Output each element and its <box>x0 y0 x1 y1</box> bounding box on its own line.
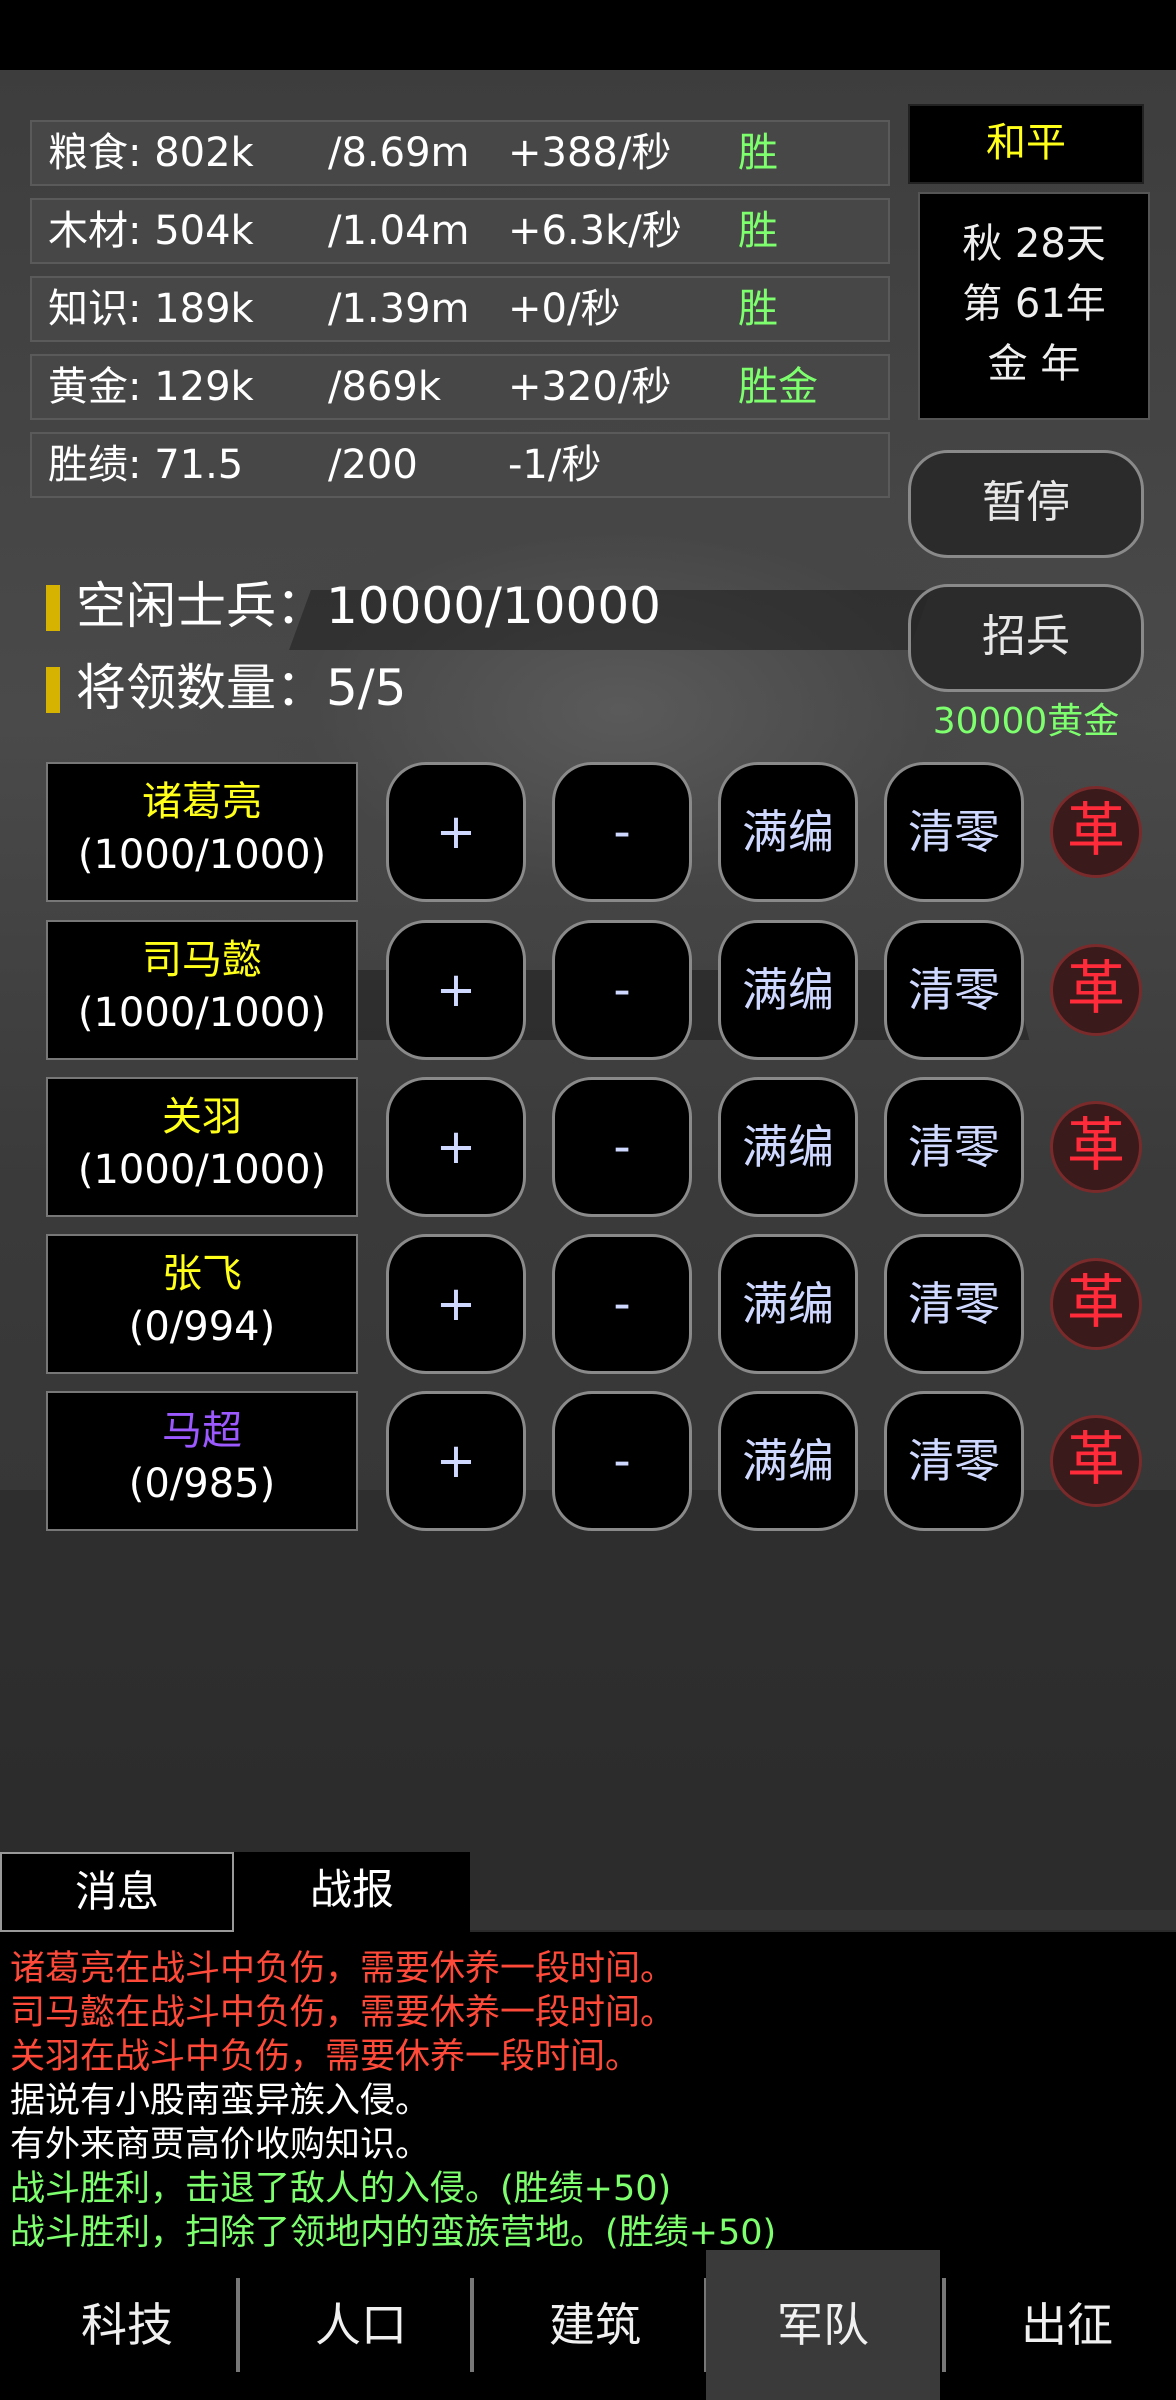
resource-capacity: /200 <box>328 442 418 488</box>
fill-troops-button[interactable]: 满编 <box>718 762 858 902</box>
general-name: 马超 <box>162 1408 242 1454</box>
resource-rate: +0/秒 <box>508 286 621 332</box>
resource-row-food: 粮食: 802k /8.69m +388/秒 胜 <box>30 120 890 186</box>
general-card[interactable]: 马超 (0/985) <box>46 1391 358 1531</box>
resource-status: 胜金 <box>738 364 818 410</box>
general-name: 司马懿 <box>142 937 262 983</box>
resource-amount: 木材: 504k <box>48 208 254 254</box>
dismiss-general-button[interactable]: 革 <box>1050 786 1142 878</box>
general-troop-count: (0/994) <box>128 1304 276 1350</box>
general-troop-count: (1000/1000) <box>77 832 327 878</box>
resource-row-knowledge: 知识: 189k /1.39m +0/秒 胜 <box>30 276 890 342</box>
clear-troops-button[interactable]: 清零 <box>884 1234 1024 1374</box>
general-card[interactable]: 诸葛亮 (1000/1000) <box>46 762 358 902</box>
general-name: 诸葛亮 <box>142 779 262 825</box>
year: 第 61年 <box>962 281 1106 327</box>
general-card[interactable]: 关羽 (1000/1000) <box>46 1077 358 1217</box>
nav-population[interactable]: 人口 <box>244 2250 478 2400</box>
tab-messages[interactable]: 消息 <box>0 1852 234 1932</box>
remove-soldier-button[interactable]: - <box>552 1234 692 1374</box>
resource-capacity: /1.39m <box>328 286 470 332</box>
bullet-marker <box>46 585 60 631</box>
add-soldier-button[interactable]: + <box>386 1391 526 1531</box>
remove-soldier-button[interactable]: - <box>552 920 692 1060</box>
resource-status: 胜 <box>738 286 778 332</box>
remove-soldier-button[interactable]: - <box>552 762 692 902</box>
idle-soldiers-text: 空闲士兵：10000/10000 <box>76 577 661 635</box>
nav-divider <box>470 2278 474 2372</box>
tab-battle-report-label: 战报 <box>309 1865 394 1914</box>
resource-rate: -1/秒 <box>508 442 602 488</box>
general-name: 张飞 <box>162 1251 242 1297</box>
resource-row-gold: 黄金: 129k /869k +320/秒 胜金 <box>30 354 890 420</box>
general-count-text: 将领数量：5/5 <box>76 659 407 717</box>
nav-expedition[interactable]: 出征 <box>950 2250 1176 2400</box>
add-soldier-button[interactable]: + <box>386 920 526 1060</box>
resource-rate: +388/秒 <box>508 130 672 176</box>
general-name: 关羽 <box>162 1094 242 1140</box>
pause-button[interactable]: 暂停 <box>908 450 1144 558</box>
tab-battle-report[interactable]: 战报 <box>234 1852 470 1932</box>
dismiss-general-button[interactable]: 革 <box>1050 1415 1142 1507</box>
resource-amount: 胜绩: 71.5 <box>48 442 244 488</box>
dismiss-general-button[interactable]: 革 <box>1050 1101 1142 1193</box>
recruit-cost: 30000黄金 <box>932 701 1120 742</box>
resource-capacity: /1.04m <box>328 208 470 254</box>
status-bar <box>0 0 1176 70</box>
resource-row-victory: 胜绩: 71.5 /200 -1/秒 <box>30 432 890 498</box>
idle-soldiers: 空闲士兵：10000/10000 <box>46 566 661 638</box>
resource-rate: +6.3k/秒 <box>508 208 682 254</box>
resource-row-wood: 木材: 504k /1.04m +6.3k/秒 胜 <box>30 198 890 264</box>
general-troop-count: (1000/1000) <box>77 990 327 1036</box>
nav-army[interactable]: 军队 <box>706 2250 940 2400</box>
resource-amount: 知识: 189k <box>48 286 254 332</box>
dismiss-general-button[interactable]: 革 <box>1050 1258 1142 1350</box>
resource-status: 胜 <box>738 130 778 176</box>
general-card[interactable]: 张飞 (0/994) <box>46 1234 358 1374</box>
message-log: 诸葛亮在战斗中负伤，需要休养一段时间。 司马懿在战斗中负伤，需要休养一段时间。 … <box>0 1932 1176 2253</box>
nav-tech[interactable]: 科技 <box>10 2250 244 2400</box>
resource-rate: +320/秒 <box>508 364 672 410</box>
resource-amount: 黄金: 129k <box>48 364 254 410</box>
add-soldier-button[interactable]: + <box>386 762 526 902</box>
bullet-marker <box>46 667 60 713</box>
calendar-panel: 秋 28天 第 61年 金 年 <box>918 192 1150 420</box>
fill-troops-button[interactable]: 满编 <box>718 1391 858 1531</box>
nav-buildings[interactable]: 建筑 <box>478 2250 712 2400</box>
general-card[interactable]: 司马懿 (1000/1000) <box>46 920 358 1060</box>
resource-status: 胜 <box>738 208 778 254</box>
remove-soldier-button[interactable]: - <box>552 1077 692 1217</box>
log-line: 战斗胜利，扫除了领地内的蛮族营地。(胜绩+50) <box>10 2213 777 2253</box>
clear-troops-button[interactable]: 清零 <box>884 762 1024 902</box>
season-day: 秋 28天 <box>962 221 1106 267</box>
add-soldier-button[interactable]: + <box>386 1234 526 1374</box>
add-soldier-button[interactable]: + <box>386 1077 526 1217</box>
fill-troops-button[interactable]: 满编 <box>718 920 858 1060</box>
tab-messages-label: 消息 <box>74 1867 159 1916</box>
general-troop-count: (1000/1000) <box>77 1147 327 1193</box>
bottom-nav: 科技 人口 建筑 军队 出征 <box>0 2250 1176 2400</box>
nav-divider <box>236 2278 240 2372</box>
year-element: 金 年 <box>987 341 1081 387</box>
recruit-button[interactable]: 招兵 <box>908 584 1144 692</box>
fill-troops-button[interactable]: 满编 <box>718 1077 858 1217</box>
clear-troops-button[interactable]: 清零 <box>884 920 1024 1060</box>
dismiss-general-button[interactable]: 革 <box>1050 944 1142 1036</box>
general-troop-count: (0/985) <box>128 1461 276 1507</box>
clear-troops-button[interactable]: 清零 <box>884 1391 1024 1531</box>
fill-troops-button[interactable]: 满编 <box>718 1234 858 1374</box>
nav-divider <box>942 2278 946 2372</box>
resource-capacity: /869k <box>328 364 441 410</box>
peace-status: 和平 <box>908 104 1144 184</box>
remove-soldier-button[interactable]: - <box>552 1391 692 1531</box>
pavilion-silhouette <box>0 1490 1176 1910</box>
general-count: 将领数量：5/5 <box>46 648 406 720</box>
resource-amount: 粮食: 802k <box>48 130 254 176</box>
resource-capacity: /8.69m <box>328 130 470 176</box>
clear-troops-button[interactable]: 清零 <box>884 1077 1024 1217</box>
